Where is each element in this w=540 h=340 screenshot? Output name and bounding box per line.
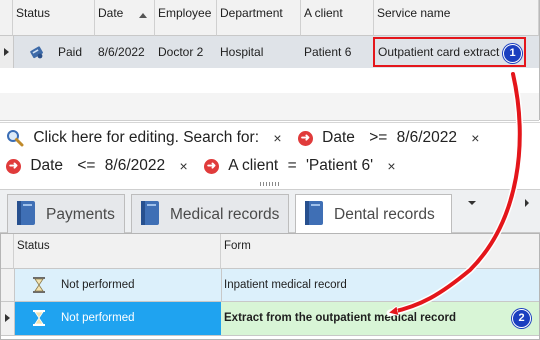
column-header-department[interactable]: Department bbox=[217, 0, 301, 36]
status-cell: Paid bbox=[58, 45, 83, 59]
remove-condition-button[interactable]: × bbox=[471, 130, 479, 146]
remove-condition-button[interactable]: × bbox=[179, 158, 187, 174]
marker-badge-2: 2 bbox=[512, 309, 531, 328]
filter-condition-field[interactable]: A client bbox=[228, 157, 278, 175]
red-arrow-icon: ➜ bbox=[203, 158, 219, 174]
column-header-status[interactable]: Status bbox=[14, 234, 221, 269]
service-cell-highlight[interactable]: Outpatient card extract 1 bbox=[373, 37, 526, 67]
tab-medical-records[interactable]: Medical records bbox=[131, 194, 289, 234]
department-cell: Hospital bbox=[220, 45, 264, 59]
column-header-indicator bbox=[1, 234, 14, 269]
column-header-date-label: Date bbox=[98, 6, 124, 20]
splitter-handle[interactable] bbox=[260, 182, 280, 186]
tab-medical-records-label: Medical records bbox=[170, 206, 280, 223]
book-icon bbox=[304, 200, 324, 226]
remove-filter-button[interactable]: × bbox=[273, 130, 281, 146]
column-header-client[interactable]: A client bbox=[301, 0, 374, 36]
row-indicator-icon bbox=[1, 302, 15, 335]
filter-condition-op: = bbox=[287, 157, 297, 174]
book-icon bbox=[140, 200, 160, 226]
search-icon bbox=[6, 129, 24, 147]
form-cell: Inpatient medical record bbox=[224, 279, 347, 291]
filter-condition-op: <= bbox=[77, 157, 96, 174]
filter-condition-value[interactable]: 'Patient 6' bbox=[306, 157, 373, 175]
red-arrow-icon: ➜ bbox=[297, 130, 313, 146]
tab-payments[interactable]: Payments bbox=[7, 194, 125, 234]
empty-row bbox=[0, 68, 539, 94]
form-cell: Extract from the outpatient medical reco… bbox=[224, 312, 456, 324]
column-header-service[interactable]: Service name bbox=[374, 0, 539, 36]
medical-card-icon bbox=[29, 44, 45, 60]
records-grid: Status Form Not performed Inpatient medi… bbox=[0, 233, 540, 340]
filter-condition-value[interactable]: 8/6/2022 bbox=[397, 129, 457, 147]
column-header-indicator bbox=[0, 0, 13, 36]
filter-condition-value[interactable]: 8/6/2022 bbox=[105, 157, 165, 175]
tab-dental-records-label: Dental records bbox=[334, 206, 435, 223]
table-row-selected[interactable]: Not performed Extract from the outpatien… bbox=[1, 302, 539, 336]
row-indicator bbox=[1, 269, 15, 301]
filter-hint[interactable]: Click here for editing. Search for: bbox=[33, 129, 259, 147]
book-icon bbox=[16, 200, 36, 226]
client-cell: Patient 6 bbox=[304, 45, 352, 59]
filter-panel[interactable]: Click here for editing. Search for: × ➜ … bbox=[0, 122, 540, 180]
status-cell: Not performed bbox=[61, 312, 135, 324]
sort-ascending-icon bbox=[139, 13, 147, 18]
status-cell: Not performed bbox=[61, 279, 135, 291]
row-indicator-icon bbox=[0, 36, 14, 68]
scroll-right-icon[interactable] bbox=[525, 199, 529, 207]
marker-badge-1: 1 bbox=[503, 44, 522, 63]
services-grid: Status Date Employee Department A client… bbox=[0, 0, 540, 121]
employee-cell: Doctor 2 bbox=[158, 45, 204, 59]
column-header-date[interactable]: Date bbox=[95, 0, 155, 36]
dropdown-arrow-icon[interactable] bbox=[468, 201, 476, 205]
date-cell: 8/6/2022 bbox=[98, 45, 145, 59]
table-row[interactable]: Not performed Inpatient medical record bbox=[1, 269, 539, 302]
column-header-status[interactable]: Status bbox=[13, 0, 95, 36]
filter-condition-op: >= bbox=[369, 129, 388, 146]
footer-row bbox=[0, 93, 539, 121]
filter-condition-field[interactable]: Date bbox=[322, 129, 355, 147]
service-cell: Outpatient card extract bbox=[378, 45, 500, 59]
hourglass-icon bbox=[32, 277, 46, 293]
red-arrow-icon: ➜ bbox=[6, 158, 21, 174]
filter-condition-field[interactable]: Date bbox=[30, 157, 63, 175]
tab-bar: Payments Medical records Dental records bbox=[0, 189, 540, 234]
column-header-form[interactable]: Form bbox=[221, 234, 539, 269]
hourglass-icon bbox=[32, 310, 46, 326]
tab-payments-label: Payments bbox=[46, 206, 115, 223]
remove-condition-button[interactable]: × bbox=[387, 158, 395, 174]
tab-dental-records[interactable]: Dental records bbox=[295, 194, 452, 234]
column-header-employee[interactable]: Employee bbox=[155, 0, 217, 36]
table-row[interactable]: Paid 8/6/2022 Doctor 2 Hospital Patient … bbox=[0, 36, 539, 69]
